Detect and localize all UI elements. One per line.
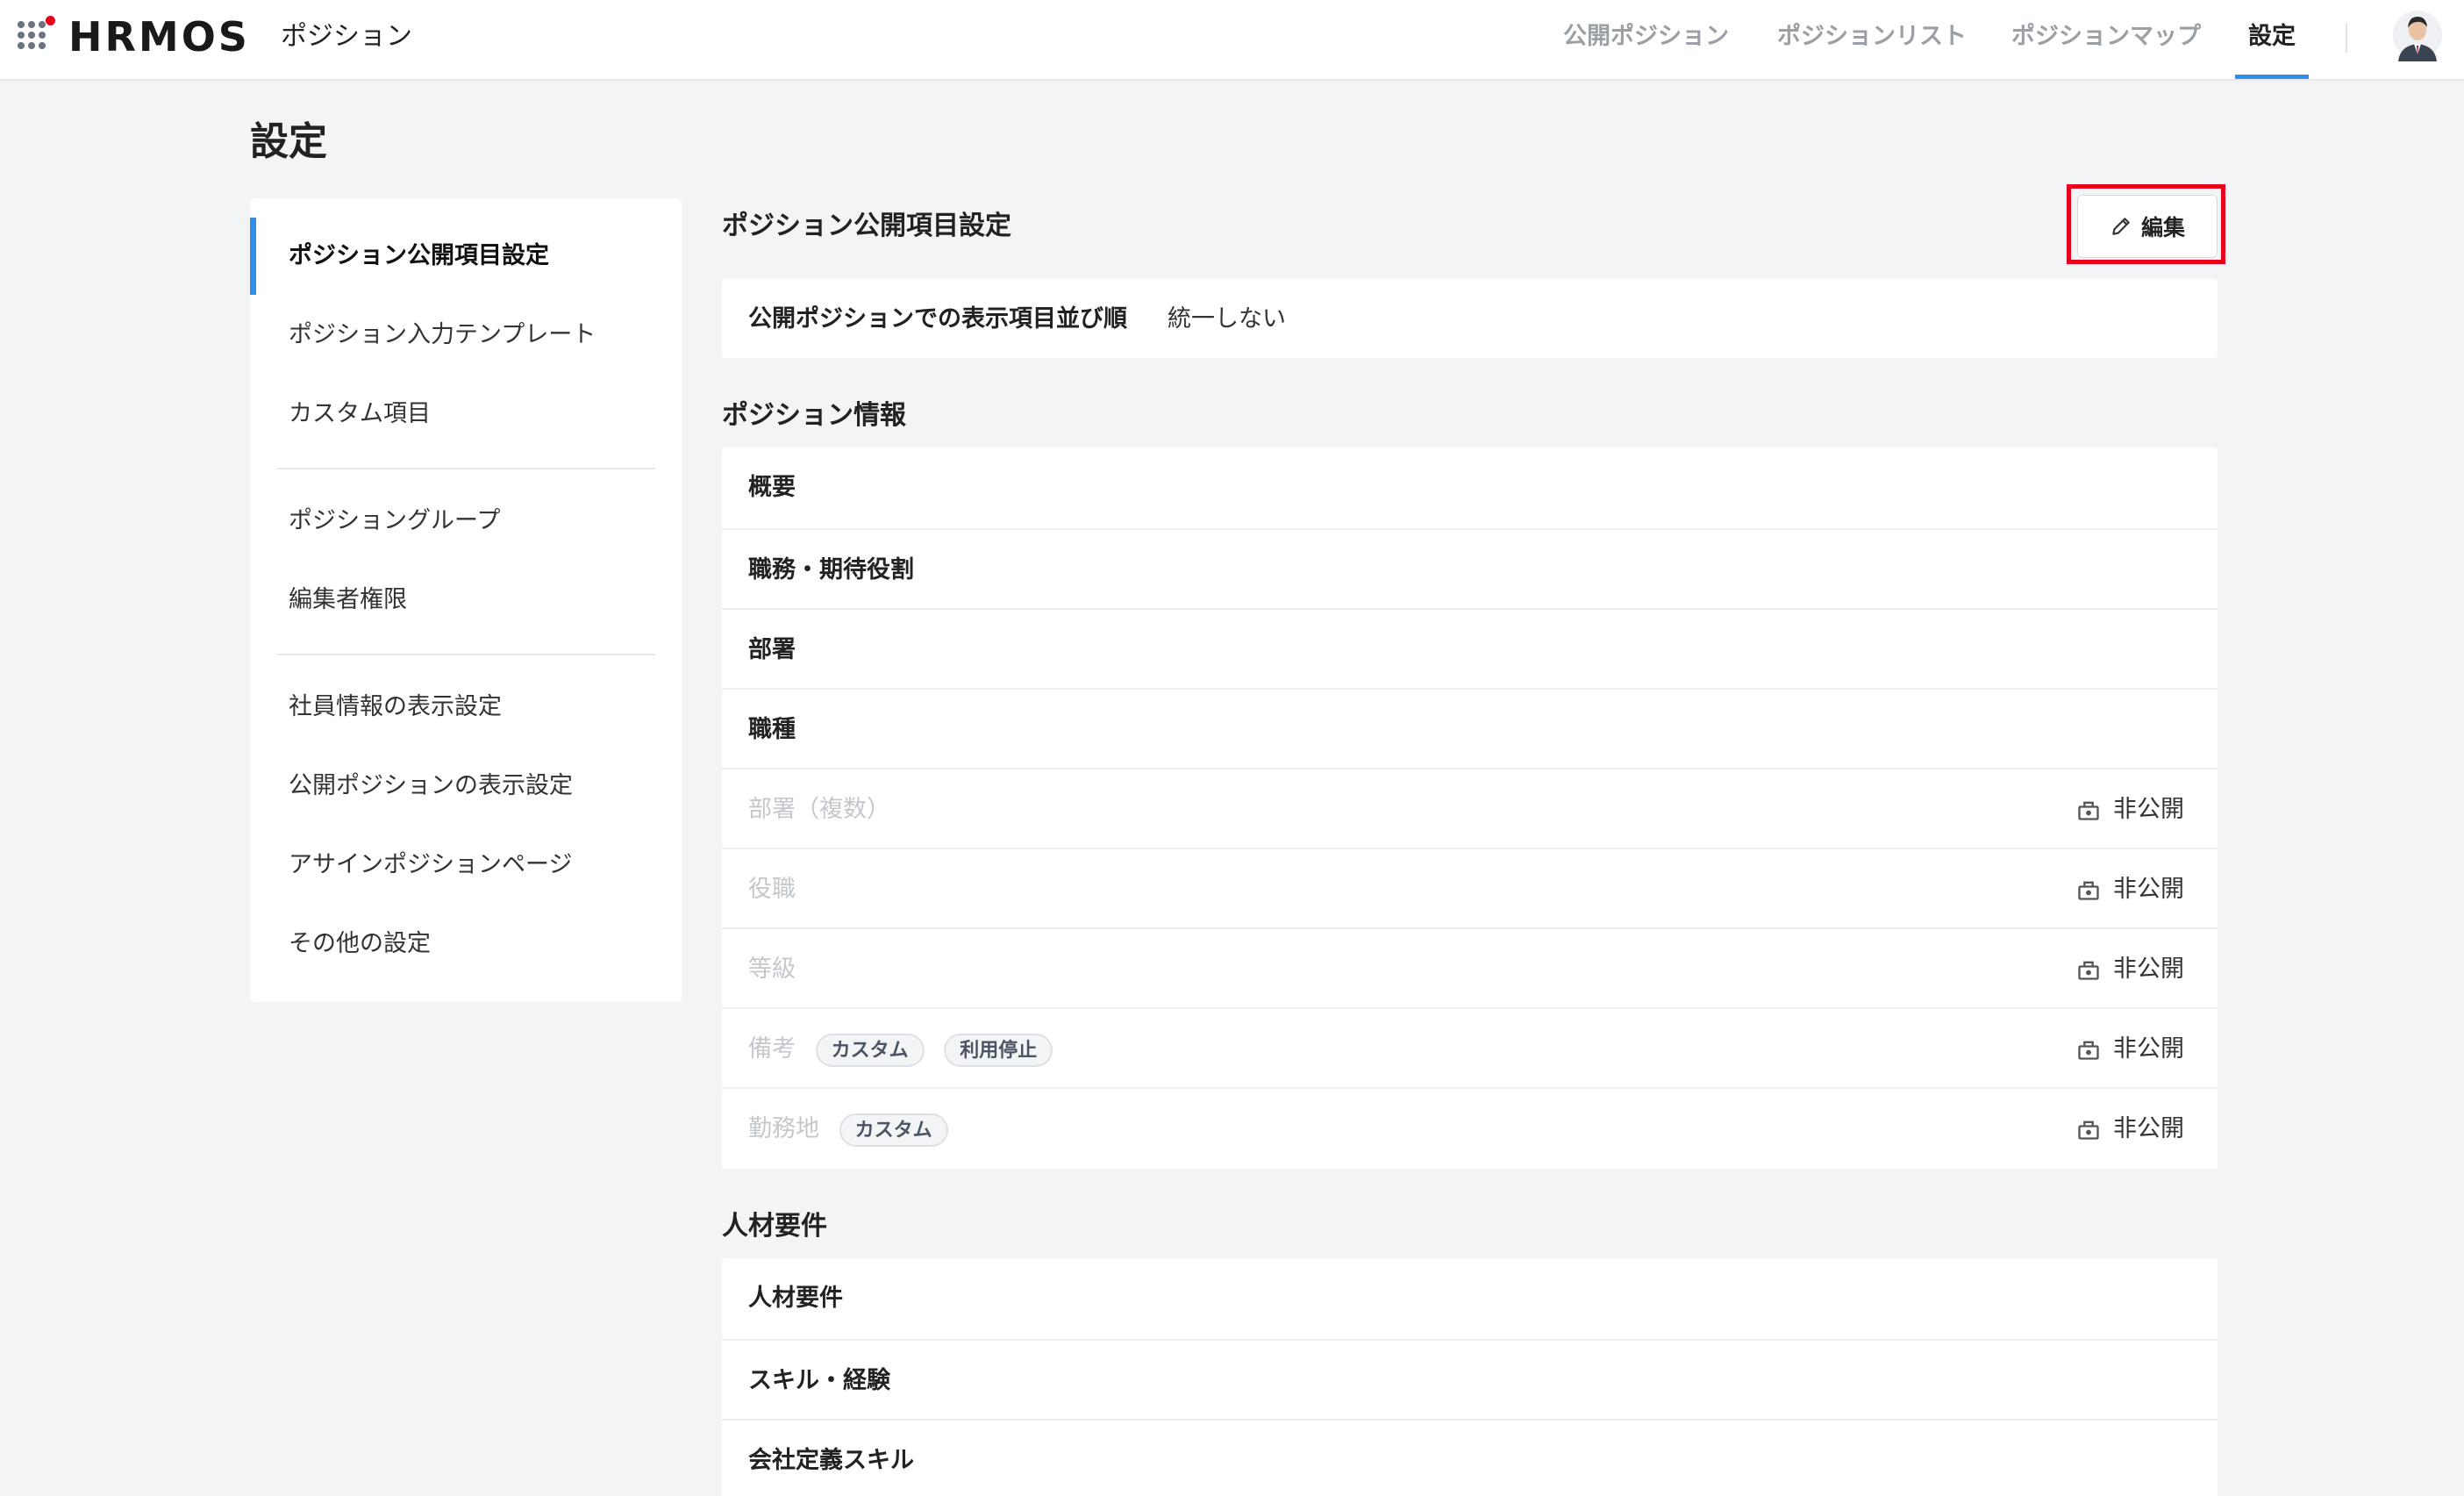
field-label: 部署 (748, 636, 796, 663)
sidebar-item-position-public-fields[interactable]: ポジション公開項目設定 (289, 239, 549, 274)
field-label: 勤務地 カスタム (748, 1112, 948, 1147)
display-order-label: 公開ポジションでの表示項目並び順 (748, 305, 1127, 333)
section-title-talent-requirements: 人材要件 (722, 1211, 827, 1242)
field-label: 職種 (748, 716, 796, 743)
sidebar-divider (276, 654, 655, 655)
private-status: 非公開 (2076, 1032, 2184, 1067)
sidebar-item-custom-fields[interactable]: カスタム項目 (289, 397, 431, 432)
main-title: ポジション公開項目設定 (722, 211, 1011, 241)
field-row-private: 勤務地 カスタム 非公開 (722, 1087, 2218, 1168)
nav-active-indicator (2235, 75, 2309, 79)
field-row-private: 部署（複数） 非公開 (722, 768, 2218, 848)
sidebar-item-position-group[interactable]: ポジショングループ (289, 504, 500, 539)
field-label: 人材要件 (748, 1285, 843, 1312)
private-status: 非公開 (2076, 792, 2184, 827)
display-order-card: 公開ポジションでの表示項目並び順 統一しない (722, 279, 2218, 358)
sidebar-item-editor-permissions[interactable]: 編集者権限 (289, 583, 407, 618)
nav-position-list[interactable]: ポジションリスト (1777, 19, 1967, 54)
lock-icon (2078, 961, 2099, 980)
nav-position-map[interactable]: ポジションマップ (2011, 19, 2201, 54)
field-row-private: 備考 カスタム 利用停止 非公開 (722, 1007, 2218, 1088)
app-name: ポジション (281, 21, 412, 52)
field-label: 会社定義スキル (748, 1447, 914, 1474)
field-row-private: 等級 非公開 (722, 927, 2218, 1008)
field-label-text: 勤務地 (748, 1115, 819, 1142)
nav-public-positions[interactable]: 公開ポジション (1563, 19, 1729, 54)
private-status: 非公開 (2076, 1112, 2184, 1147)
private-status-label: 非公開 (2113, 956, 2184, 983)
private-status-label: 非公開 (2113, 1115, 2184, 1142)
field-label-text: 備考 (748, 1035, 796, 1063)
private-status-label: 非公開 (2113, 876, 2184, 903)
lock-icon (2078, 801, 2099, 820)
logo[interactable]: HRMOS (68, 12, 250, 61)
lock-icon (2078, 1120, 2099, 1140)
settings-sidebar: ポジション公開項目設定 ポジション入力テンプレート カスタム項目 ポジショングル… (250, 198, 682, 1002)
custom-tag: カスタム (815, 1033, 925, 1067)
sidebar-active-indicator (250, 218, 256, 295)
sidebar-item-public-position-display[interactable]: 公開ポジションの表示設定 (289, 769, 573, 804)
sidebar-item-assign-position-page[interactable]: アサインポジションページ (289, 848, 572, 883)
talent-requirements-card: 人材要件 スキル・経験 会社定義スキル (722, 1258, 2218, 1496)
sidebar-item-other-settings[interactable]: その他の設定 (289, 927, 431, 962)
field-row: 会社定義スキル (722, 1419, 2218, 1496)
field-label: スキル・経験 (748, 1367, 890, 1394)
field-row: 職種 (722, 688, 2218, 769)
field-row: スキル・経験 (722, 1339, 2218, 1420)
app-switcher-icon[interactable] (18, 16, 55, 53)
edit-button-highlight-box (2067, 184, 2225, 264)
field-row-private: 役職 非公開 (722, 848, 2218, 928)
nav-divider (2346, 23, 2347, 53)
sidebar-divider (276, 468, 655, 469)
field-label: 概要 (748, 474, 796, 501)
lock-icon (2078, 1041, 2099, 1060)
field-label: 職務・期待役割 (748, 556, 914, 583)
position-info-card: 概要 職務・期待役割 部署 職種 部署（複数） 非公開 役職 非公開 等級 非公… (722, 447, 2218, 1169)
private-status: 非公開 (2076, 872, 2184, 907)
field-label: 等級 (748, 956, 796, 983)
private-status-label: 非公開 (2113, 1035, 2184, 1063)
disabled-tag: 利用停止 (944, 1033, 1053, 1067)
field-row: 職務・期待役割 (722, 528, 2218, 609)
display-order-value: 統一しない (1168, 305, 1286, 333)
field-row: 人材要件 (722, 1258, 2218, 1339)
page-title: 設定 (250, 119, 327, 164)
section-title-position-info: ポジション情報 (722, 400, 906, 431)
private-status-label: 非公開 (2113, 796, 2184, 823)
top-header: HRMOS ポジション 公開ポジション ポジションリスト ポジションマップ 設定 (0, 0, 2464, 81)
field-row: 概要 (722, 447, 2218, 528)
field-label: 備考 カスタム 利用停止 (748, 1032, 1053, 1067)
sidebar-item-employee-display[interactable]: 社員情報の表示設定 (289, 690, 502, 725)
nav-settings[interactable]: 設定 (2248, 19, 2296, 54)
lock-icon (2078, 881, 2099, 900)
field-label: 部署（複数） (748, 796, 890, 823)
custom-tag: カスタム (839, 1113, 948, 1147)
user-avatar[interactable] (2393, 9, 2442, 61)
private-status: 非公開 (2076, 952, 2184, 987)
field-label: 役職 (748, 876, 796, 903)
sidebar-item-input-template[interactable]: ポジション入力テンプレート (289, 318, 596, 353)
field-row: 部署 (722, 608, 2218, 689)
